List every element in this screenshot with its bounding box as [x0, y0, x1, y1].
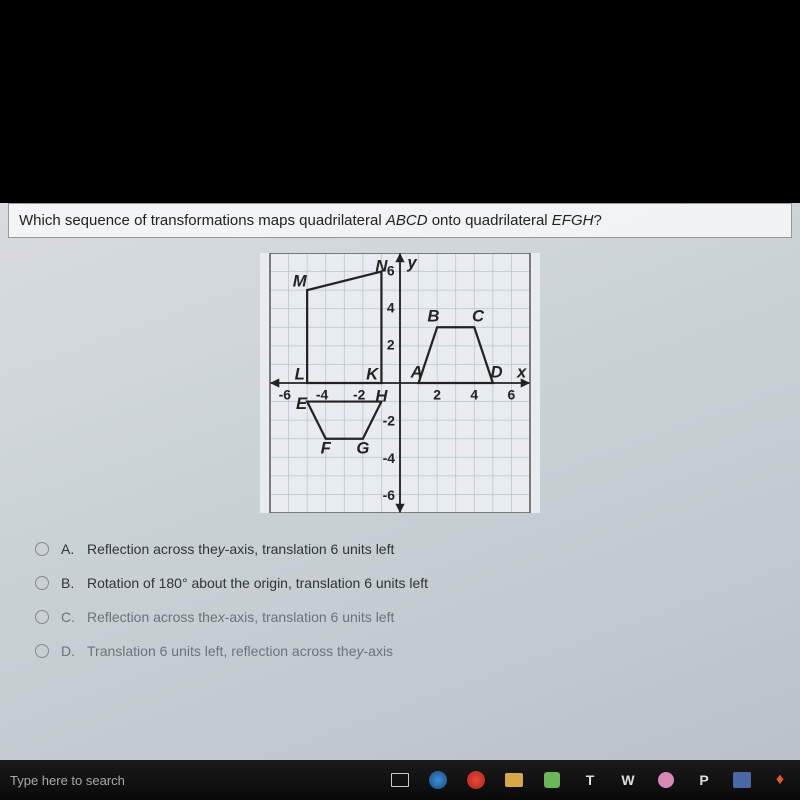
- svg-text:6: 6: [508, 387, 516, 403]
- chrome-icon[interactable]: [466, 770, 486, 790]
- answer-options: A. Reflection across the y-axis, transla…: [0, 541, 800, 659]
- option-text-pre: Translation 6 units left, reflection acr…: [87, 643, 357, 659]
- option-text-post: -axis: [364, 643, 394, 659]
- svg-text:-6: -6: [279, 387, 292, 403]
- svg-text:-2: -2: [383, 413, 396, 429]
- svg-text:-4: -4: [383, 450, 396, 466]
- option-letter: C.: [61, 609, 79, 625]
- svg-text:x: x: [516, 362, 527, 381]
- svg-text:C: C: [472, 307, 485, 326]
- svg-text:A: A: [410, 362, 423, 381]
- teams-icon[interactable]: T: [580, 770, 600, 790]
- task-view-icon[interactable]: [390, 770, 410, 790]
- option-axis: y: [218, 541, 225, 557]
- window-titlebar-black: [0, 0, 800, 195]
- svg-text:D: D: [491, 362, 503, 381]
- radio-icon: [35, 542, 49, 556]
- svg-text:F: F: [321, 439, 332, 458]
- graph-container: A B C D E F G H K L M N y x -6 -: [0, 253, 800, 513]
- explorer-icon[interactable]: [504, 770, 524, 790]
- svg-text:H: H: [375, 387, 388, 406]
- store-icon[interactable]: [732, 770, 752, 790]
- option-b[interactable]: B. Rotation of 180° about the origin, tr…: [35, 575, 800, 591]
- option-text-pre: Reflection across the: [87, 609, 218, 625]
- word-icon[interactable]: W: [618, 770, 638, 790]
- option-text-pre: Reflection across the: [87, 541, 218, 557]
- option-axis: x: [218, 609, 225, 625]
- svg-text:-2: -2: [353, 387, 366, 403]
- radio-icon: [35, 644, 49, 658]
- svg-text:y: y: [406, 253, 417, 272]
- svg-text:6: 6: [387, 262, 395, 278]
- question-prefix: Which sequence of transformations maps q…: [19, 212, 386, 229]
- radio-icon: [35, 576, 49, 590]
- radio-icon: [35, 610, 49, 624]
- question-middle: onto quadrilateral: [428, 212, 552, 229]
- svg-text:-6: -6: [383, 487, 396, 503]
- option-text-post: -axis, translation 6 units left: [225, 541, 395, 557]
- option-text-pre: Rotation of 180° about the origin, trans…: [87, 575, 428, 591]
- svg-text:E: E: [296, 394, 308, 413]
- svg-text:M: M: [293, 271, 308, 290]
- option-a[interactable]: A. Reflection across the y-axis, transla…: [35, 541, 800, 557]
- windows-taskbar[interactable]: Type here to search T W P ♦: [0, 760, 800, 800]
- svg-text:L: L: [295, 364, 305, 383]
- coordinate-graph: A B C D E F G H K L M N y x -6 -: [260, 253, 540, 513]
- app-icon[interactable]: [542, 770, 562, 790]
- quiz-content: Which sequence of transformations maps q…: [0, 203, 800, 768]
- option-c[interactable]: C. Reflection across the x-axis, transla…: [35, 609, 800, 625]
- option-axis: y: [357, 643, 364, 659]
- powerpoint-icon[interactable]: P: [694, 770, 714, 790]
- edge-icon[interactable]: [428, 770, 448, 790]
- svg-text:-4: -4: [316, 387, 329, 403]
- question-text: Which sequence of transformations maps q…: [8, 203, 792, 238]
- search-input[interactable]: Type here to search: [10, 773, 125, 788]
- svg-text:4: 4: [470, 387, 478, 403]
- option-letter: D.: [61, 643, 79, 659]
- svg-text:2: 2: [387, 337, 395, 353]
- option-d[interactable]: D. Translation 6 units left, reflection …: [35, 643, 800, 659]
- question-shape1: ABCD: [386, 212, 428, 229]
- option-text-post: -axis, translation 6 units left: [225, 609, 395, 625]
- svg-text:G: G: [356, 439, 369, 458]
- svg-text:B: B: [427, 307, 439, 326]
- question-shape2: EFGH: [552, 212, 594, 229]
- svg-text:K: K: [366, 364, 380, 383]
- app-pink-icon[interactable]: [656, 770, 676, 790]
- question-suffix: ?: [593, 212, 601, 229]
- svg-text:4: 4: [387, 299, 395, 315]
- flame-icon[interactable]: ♦: [770, 770, 790, 790]
- option-letter: A.: [61, 541, 79, 557]
- taskbar-pinned-apps: T W P ♦: [390, 770, 790, 790]
- svg-text:2: 2: [433, 387, 441, 403]
- option-letter: B.: [61, 575, 79, 591]
